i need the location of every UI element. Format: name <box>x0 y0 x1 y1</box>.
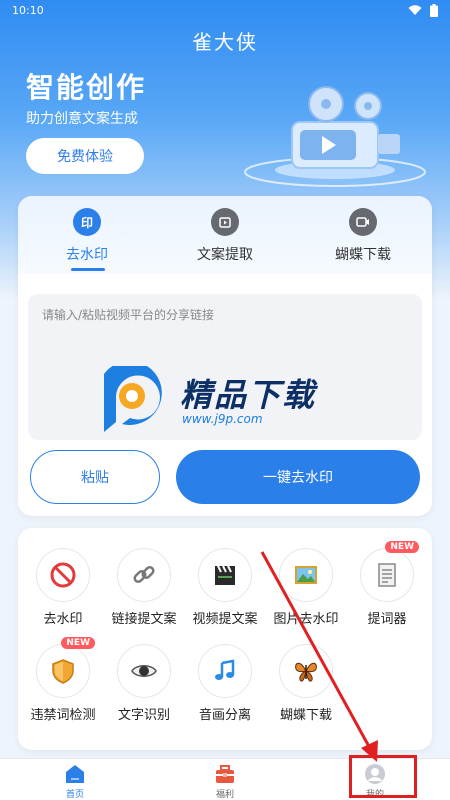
watermark-stamp-icon: 印 <box>73 208 101 236</box>
document-icon: NEW <box>360 541 419 602</box>
nav-welfare[interactable]: 福利 <box>185 763 265 800</box>
free-trial-button[interactable]: 免费体验 <box>26 138 144 174</box>
one-click-remove-button[interactable]: 一键去水印 <box>176 450 420 504</box>
tool-image-remove-watermark[interactable]: 图片去水印 <box>265 548 347 634</box>
butterfly-icon <box>279 644 333 698</box>
wifi-icon <box>408 4 422 15</box>
home-icon <box>66 765 84 783</box>
tool-video-extract-copy[interactable]: 视频提文案 <box>184 548 266 634</box>
nav-home[interactable]: 首页 <box>35 763 115 800</box>
picture-icon <box>279 548 333 602</box>
hero-subtitle: 助力创意文案生成 <box>26 111 138 127</box>
gift-toolbox-icon <box>216 765 234 783</box>
tool-prohibited-word-check[interactable]: NEW 违禁词检测 <box>22 637 104 730</box>
tab-label: 蝴蝶下载 <box>335 247 391 263</box>
tool-label: 去水印 <box>43 612 83 627</box>
tool-text-recognition[interactable]: 文字识别 <box>103 644 185 730</box>
watermark-remover-card: 印 去水印 文案提取 蝴蝶下载 请输入/粘贴视频平台的分享链接 精品下载 www… <box>18 196 432 516</box>
tool-butterfly-download[interactable]: 蝴蝶下载 <box>265 644 347 730</box>
tab-label: 去水印 <box>66 247 108 263</box>
tab-label: 文案提取 <box>197 247 253 263</box>
link-icon <box>117 548 171 602</box>
tool-label: 音画分离 <box>198 708 251 723</box>
status-bar: 10:10 <box>0 0 450 20</box>
tool-label: 蝴蝶下载 <box>279 708 332 723</box>
copy-extract-icon <box>211 208 239 236</box>
nav-label: 福利 <box>215 790 234 800</box>
input-placeholder: 请输入/粘贴视频平台的分享链接 <box>42 308 215 322</box>
status-time: 10:10 <box>12 3 44 17</box>
battery-icon <box>430 3 438 17</box>
status-icons <box>408 3 438 17</box>
app-title: 雀大侠 <box>192 30 258 54</box>
annotation-highlight-box <box>349 755 417 798</box>
video-camera-illustration-icon <box>244 86 426 187</box>
tool-label: 链接提文案 <box>111 612 177 627</box>
no-entry-icon <box>36 548 90 602</box>
new-badge: NEW <box>385 541 419 553</box>
shield-icon: NEW <box>36 637 95 698</box>
tool-label: 文字识别 <box>117 708 170 723</box>
tool-teleprompter[interactable]: NEW 提词器 <box>346 541 428 634</box>
tool-label: 提词器 <box>367 612 407 627</box>
tool-label: 图片去水印 <box>273 612 339 627</box>
tool-label: 违禁词检测 <box>30 708 96 723</box>
tools-grid: 去水印 链接提文案 视频提文案 图片去水印 NEW 提词器 NEW 违禁词检测 <box>18 528 432 750</box>
tool-link-extract-copy[interactable]: 链接提文案 <box>103 548 185 634</box>
tab-butterfly-download[interactable]: 蝴蝶下载 <box>294 208 432 270</box>
tool-remove-watermark[interactable]: 去水印 <box>22 548 104 634</box>
eye-icon <box>117 644 171 698</box>
tab-remove-watermark[interactable]: 印 去水印 <box>18 208 156 270</box>
tab-copy-extract[interactable]: 文案提取 <box>156 208 294 270</box>
nav-label: 首页 <box>65 790 84 800</box>
music-note-icon <box>198 644 252 698</box>
watermark-logo: 精品下载 www.j9p.com <box>96 366 356 436</box>
tool-audio-video-separation[interactable]: 音画分离 <box>184 644 266 730</box>
watermark-logo-url: www.j9p.com <box>182 412 263 426</box>
watermark-logo-text: 精品下载 <box>180 376 317 414</box>
hero-title: 智能创作 <box>26 71 147 104</box>
new-badge: NEW <box>61 637 95 649</box>
j9p-logo-icon <box>104 366 162 432</box>
clapperboard-icon <box>198 548 252 602</box>
video-download-icon <box>349 208 377 236</box>
tool-label: 视频提文案 <box>192 612 258 627</box>
active-tab-indicator <box>71 268 105 271</box>
paste-button[interactable]: 粘贴 <box>30 450 160 504</box>
